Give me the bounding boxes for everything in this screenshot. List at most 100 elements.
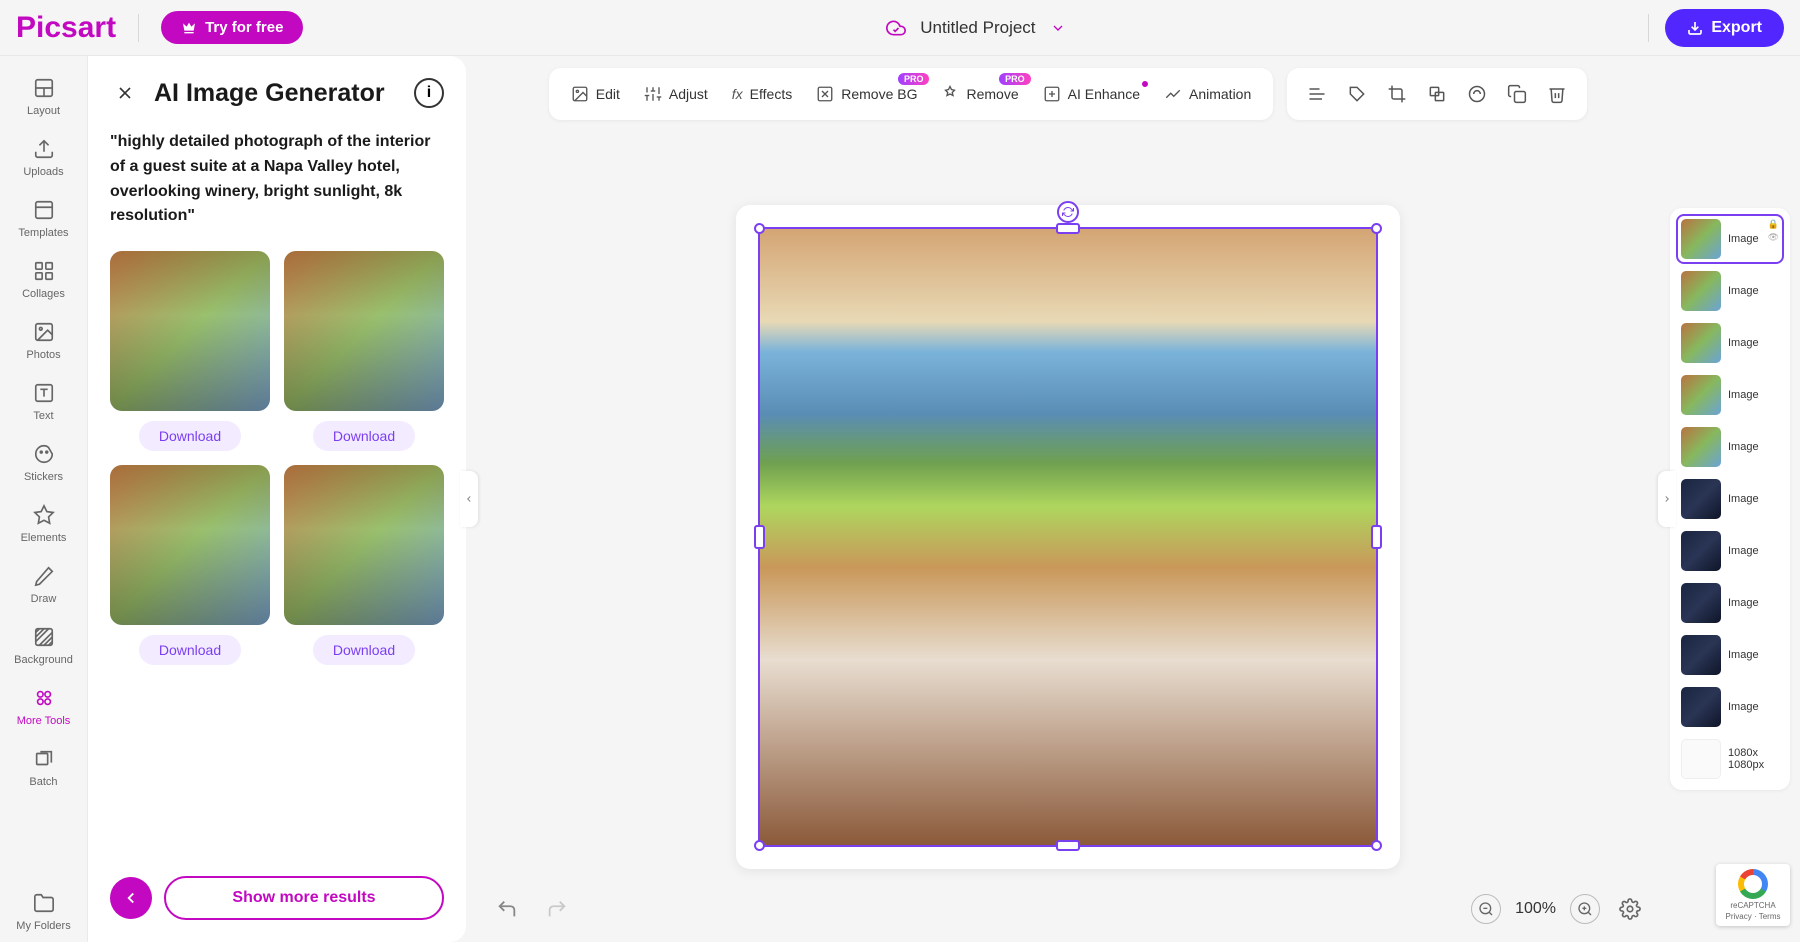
rail-label: Layout (27, 105, 60, 117)
visibility-icon[interactable]: 👁 (1768, 232, 1779, 243)
panel-footer: Show more results (110, 860, 444, 920)
result-thumbnail[interactable] (110, 465, 270, 625)
enhance-icon (1043, 85, 1061, 103)
zoom-out-button[interactable] (1471, 894, 1501, 924)
close-panel-button[interactable] (110, 78, 140, 108)
toolbar-label: Effects (750, 86, 793, 102)
layer-label: Image (1728, 493, 1759, 505)
redo-button[interactable] (540, 892, 574, 926)
download-button[interactable]: Download (139, 421, 241, 451)
layer-item-canvas[interactable]: 1080x 1080px (1678, 736, 1782, 782)
rail-label: Uploads (23, 166, 63, 178)
rail-label: Templates (18, 227, 68, 239)
artboard[interactable] (736, 205, 1400, 869)
tag-button[interactable] (1339, 78, 1375, 110)
expand-layers-button[interactable] (1658, 471, 1676, 527)
resize-handle-tr[interactable] (1371, 223, 1382, 234)
resize-handle-tm[interactable] (1056, 223, 1080, 234)
ai-enhance-button[interactable]: AI Enhance (1033, 79, 1150, 109)
flip-button[interactable] (1459, 78, 1495, 110)
rail-my-folders[interactable]: My Folders (9, 881, 79, 942)
layer-order-button[interactable] (1419, 78, 1455, 110)
resize-handle-br[interactable] (1371, 840, 1382, 851)
effects-button[interactable]: fxEffects (722, 80, 802, 108)
layer-item[interactable]: Image🔒👁 (1678, 216, 1782, 262)
rail-stickers[interactable]: Stickers (9, 432, 79, 493)
panel-title: AI Image Generator (154, 79, 400, 108)
recaptcha-links[interactable]: Privacy · Terms (1726, 912, 1781, 921)
left-rail: Layout Uploads Templates Collages Photos… (0, 56, 88, 942)
selected-image[interactable] (758, 227, 1378, 847)
rail-photos[interactable]: Photos (9, 310, 79, 371)
canvas-viewport[interactable] (466, 132, 1670, 942)
layout-icon (32, 76, 56, 100)
layer-item[interactable]: Image (1678, 320, 1782, 366)
batch-icon (32, 747, 56, 771)
rail-batch[interactable]: Batch (9, 737, 79, 798)
layer-item[interactable]: Image (1678, 268, 1782, 314)
resize-handle-bm[interactable] (1056, 840, 1080, 851)
rail-layout[interactable]: Layout (9, 66, 79, 127)
result-thumbnail[interactable] (110, 251, 270, 411)
layer-item[interactable]: Image (1678, 476, 1782, 522)
edit-button[interactable]: Edit (561, 79, 630, 109)
rail-background[interactable]: Background (9, 615, 79, 676)
try-for-free-button[interactable]: Try for free (161, 11, 303, 44)
resize-handle-mr[interactable] (1371, 525, 1382, 549)
rail-uploads[interactable]: Uploads (9, 127, 79, 188)
rail-label: More Tools (17, 715, 71, 727)
layer-item[interactable]: Image (1678, 580, 1782, 626)
rail-more-tools[interactable]: More Tools (9, 676, 79, 737)
undo-button[interactable] (490, 892, 524, 926)
layer-item[interactable]: Image (1678, 632, 1782, 678)
export-button[interactable]: Export (1665, 9, 1784, 47)
crown-icon (181, 20, 197, 36)
divider (1648, 14, 1649, 42)
resize-handle-ml[interactable] (754, 525, 765, 549)
layer-item[interactable]: Image (1678, 528, 1782, 574)
download-button[interactable]: Download (139, 635, 241, 665)
layer-item[interactable]: Image (1678, 372, 1782, 418)
layer-item[interactable]: Image (1678, 424, 1782, 470)
rail-elements[interactable]: Elements (9, 493, 79, 554)
lock-icon[interactable]: 🔒 (1768, 219, 1779, 230)
canvas-settings-button[interactable] (1614, 893, 1646, 925)
show-more-results-button[interactable]: Show more results (164, 876, 444, 920)
delete-button[interactable] (1539, 78, 1575, 110)
more-tools-icon (32, 686, 56, 710)
adjust-button[interactable]: Adjust (634, 79, 718, 109)
background-icon (32, 625, 56, 649)
chevron-down-icon[interactable] (1050, 20, 1066, 36)
layer-label: Image (1728, 597, 1759, 609)
rail-templates[interactable]: Templates (9, 188, 79, 249)
duplicate-button[interactable] (1499, 78, 1535, 110)
adjust-icon (644, 85, 662, 103)
photos-icon (32, 320, 56, 344)
zoom-level[interactable]: 100% (1515, 900, 1556, 918)
align-button[interactable] (1299, 78, 1335, 110)
result-thumbnail[interactable] (284, 251, 444, 411)
remove-bg-button[interactable]: PRORemove BG (806, 79, 927, 109)
rail-collages[interactable]: Collages (9, 249, 79, 310)
download-button[interactable]: Download (313, 421, 415, 451)
download-button[interactable]: Download (313, 635, 415, 665)
animation-button[interactable]: Animation (1154, 79, 1261, 109)
rail-label: My Folders (16, 920, 70, 932)
action-toolbar (1287, 68, 1587, 120)
layer-item[interactable]: Image (1678, 684, 1782, 730)
rail-text[interactable]: Text (9, 371, 79, 432)
back-button[interactable] (110, 877, 152, 919)
remove-button[interactable]: PRORemove (931, 79, 1028, 109)
rail-draw[interactable]: Draw (9, 554, 79, 615)
result-thumbnail[interactable] (284, 465, 444, 625)
project-title[interactable]: Untitled Project (920, 18, 1035, 38)
zoom-in-button[interactable] (1570, 894, 1600, 924)
prompt-text: "highly detailed photograph of the inter… (110, 130, 444, 229)
brand-logo[interactable]: Picsart (16, 11, 116, 45)
crop-button[interactable] (1379, 78, 1415, 110)
resize-handle-bl[interactable] (754, 840, 765, 851)
layer-thumbnail (1681, 219, 1721, 259)
rotate-handle[interactable] (1057, 201, 1079, 223)
resize-handle-tl[interactable] (754, 223, 765, 234)
info-button[interactable]: i (414, 78, 444, 108)
